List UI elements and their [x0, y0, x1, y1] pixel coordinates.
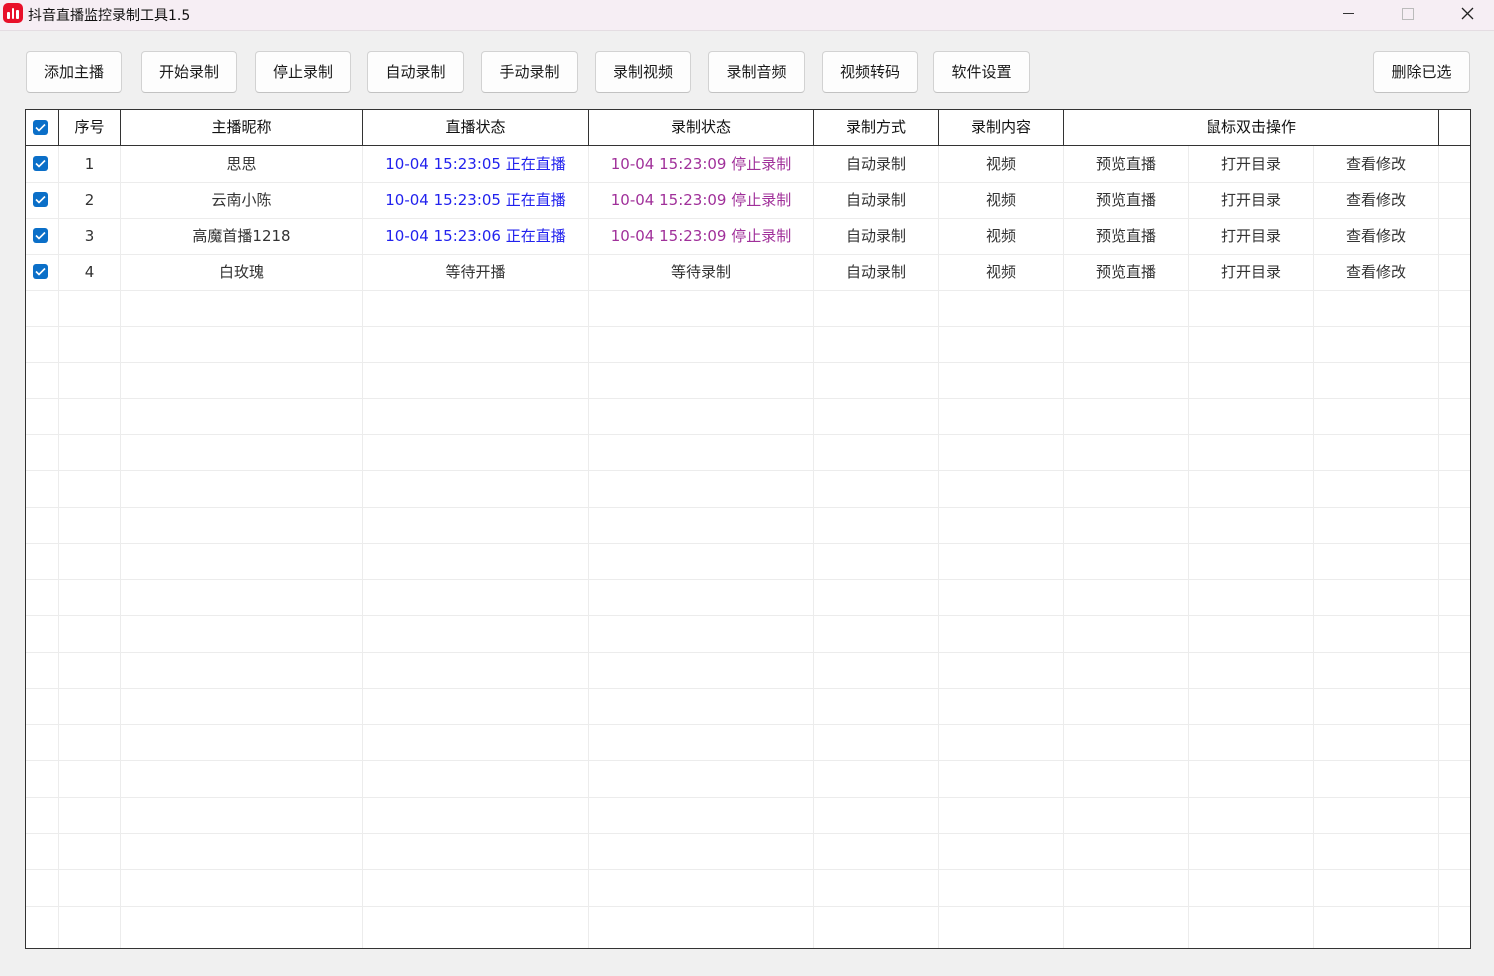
row-record-mode: 自动录制	[845, 155, 906, 173]
row-live-status: 等待开播	[445, 263, 506, 281]
row-record-status: 10-04 15:23:09 停止录制	[610, 227, 792, 245]
row-nickname: 思思	[226, 155, 257, 173]
row-view-edit-action[interactable]: 查看修改	[1314, 146, 1438, 182]
row-preview-live-action[interactable]: 预览直播	[1064, 182, 1188, 218]
maximize-button[interactable]	[1379, 0, 1437, 28]
row-checkbox[interactable]	[33, 192, 48, 207]
row-record-mode: 自动录制	[845, 191, 906, 209]
close-button[interactable]	[1438, 0, 1494, 28]
select-all-checkbox[interactable]	[33, 120, 48, 135]
row-live-status: 10-04 15:23:05 正在直播	[385, 191, 566, 209]
row-checkbox[interactable]	[33, 156, 48, 171]
app-logo-icon	[3, 3, 23, 23]
row-checkbox[interactable]	[33, 264, 48, 279]
row-record-content: 视频	[985, 227, 1016, 245]
manual-record-button[interactable]: 手动录制	[481, 51, 578, 93]
row-index: 2	[84, 191, 95, 209]
row-index: 4	[84, 263, 95, 281]
row-index: 3	[84, 227, 95, 245]
settings-button[interactable]: 软件设置	[933, 51, 1030, 93]
row-record-status: 10-04 15:23:09 停止录制	[610, 155, 792, 173]
video-transcode-button[interactable]: 视频转码	[822, 51, 918, 93]
row-record-content: 视频	[985, 263, 1016, 281]
header-live-status[interactable]: 直播状态	[363, 110, 588, 145]
header-record-status[interactable]: 录制状态	[589, 110, 813, 145]
row-record-status: 等待录制	[670, 263, 731, 281]
minimize-button[interactable]	[1319, 0, 1377, 28]
record-video-button[interactable]: 录制视频	[595, 51, 691, 93]
row-open-directory-action[interactable]: 打开目录	[1189, 254, 1313, 290]
row-checkbox[interactable]	[33, 228, 48, 243]
delete-selected-button[interactable]: 删除已选	[1373, 51, 1470, 93]
row-record-status: 10-04 15:23:09 停止录制	[610, 191, 792, 209]
table-header: 序号 主播昵称 直播状态 录制状态 录制方式 录制内容 鼠标双击操作	[26, 110, 1470, 146]
row-record-content: 视频	[985, 191, 1016, 209]
window-title: 抖音直播监控录制工具1.5	[28, 8, 191, 24]
record-audio-button[interactable]: 录制音频	[708, 51, 805, 93]
header-index[interactable]: 序号	[59, 110, 120, 145]
stop-record-button[interactable]: 停止录制	[255, 51, 351, 93]
header-record-content[interactable]: 录制内容	[939, 110, 1063, 145]
row-live-status: 10-04 15:23:05 正在直播	[385, 155, 566, 173]
row-record-mode: 自动录制	[845, 227, 906, 245]
row-view-edit-action[interactable]: 查看修改	[1314, 218, 1438, 254]
start-record-button[interactable]: 开始录制	[141, 51, 237, 93]
row-open-directory-action[interactable]: 打开目录	[1189, 146, 1313, 182]
title-bar: 抖音直播监控录制工具1.5	[0, 0, 1494, 31]
add-anchor-button[interactable]: 添加主播	[26, 51, 122, 93]
row-view-edit-action[interactable]: 查看修改	[1314, 182, 1438, 218]
row-preview-live-action[interactable]: 预览直播	[1064, 218, 1188, 254]
row-nickname: 高魔首播1218	[192, 227, 291, 245]
row-record-mode: 自动录制	[845, 263, 906, 281]
row-open-directory-action[interactable]: 打开目录	[1189, 182, 1313, 218]
auto-record-button[interactable]: 自动录制	[367, 51, 464, 93]
header-record-mode[interactable]: 录制方式	[814, 110, 938, 145]
row-live-status: 10-04 15:23:06 正在直播	[385, 227, 566, 245]
row-record-content: 视频	[985, 155, 1016, 173]
row-preview-live-action[interactable]: 预览直播	[1064, 146, 1188, 182]
minimize-icon	[1342, 13, 1354, 14]
header-nickname[interactable]: 主播昵称	[121, 110, 362, 145]
close-icon	[1461, 7, 1473, 20]
row-view-edit-action[interactable]: 查看修改	[1314, 254, 1438, 290]
row-nickname: 白玫瑰	[218, 263, 264, 281]
row-nickname: 云南小陈	[211, 191, 272, 209]
maximize-icon	[1402, 7, 1414, 20]
row-index: 1	[84, 155, 95, 173]
anchor-table[interactable]: 序号 主播昵称 直播状态 录制状态 录制方式 录制内容 鼠标双击操作 1 思思 …	[25, 109, 1471, 949]
row-preview-live-action[interactable]: 预览直播	[1064, 254, 1188, 290]
row-open-directory-action[interactable]: 打开目录	[1189, 218, 1313, 254]
header-double-click-actions[interactable]: 鼠标双击操作	[1064, 110, 1438, 145]
